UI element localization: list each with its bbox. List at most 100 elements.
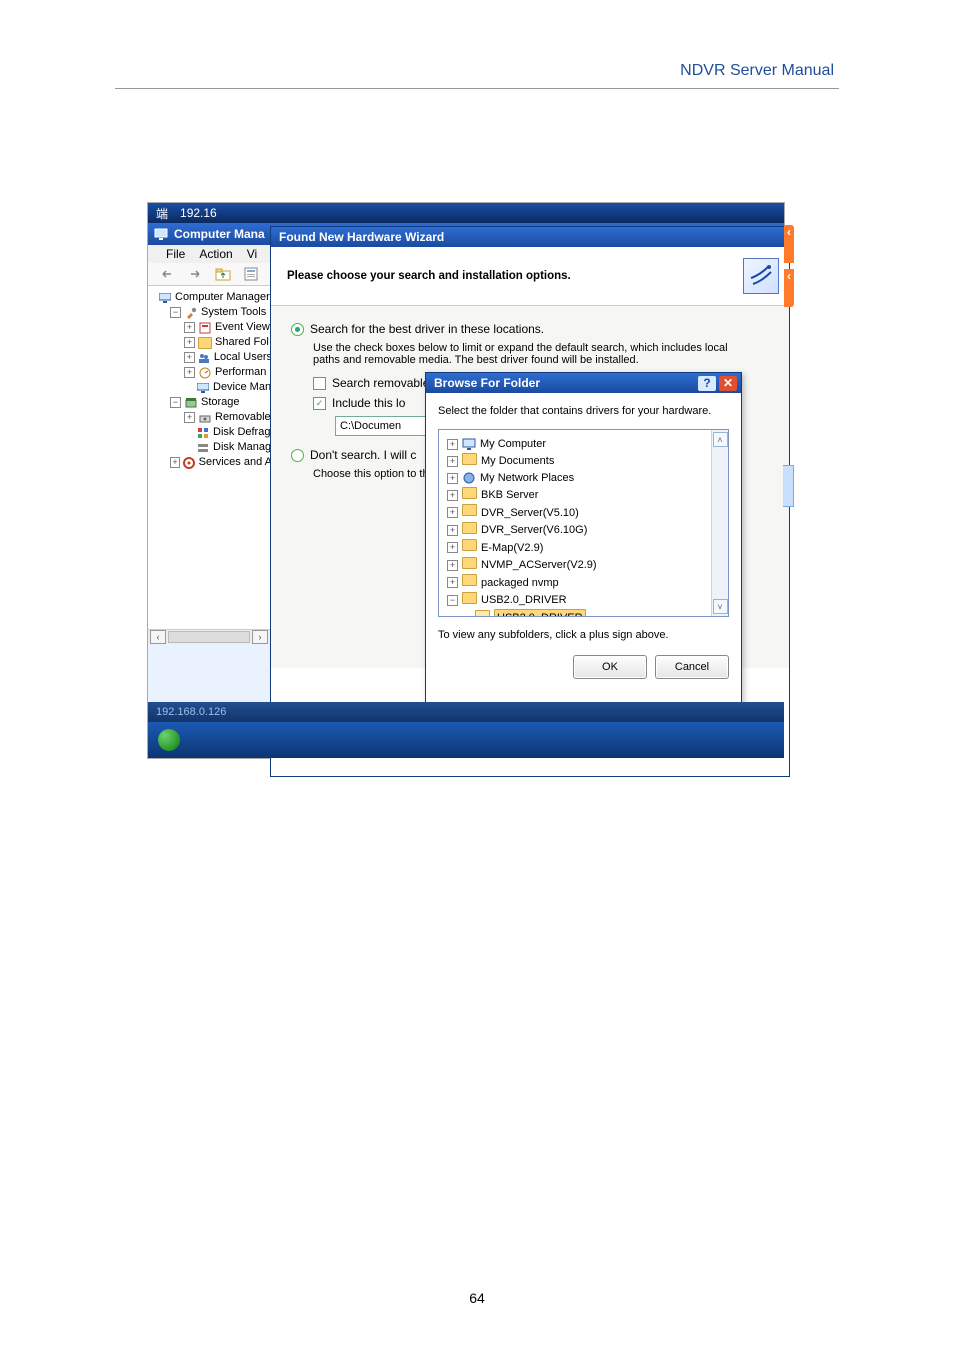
monitor-icon: [154, 228, 168, 240]
browse-tree[interactable]: +My Computer +My Documents +My Network P…: [438, 429, 729, 617]
properties-icon[interactable]: [242, 266, 260, 282]
network-icon: [462, 472, 476, 484]
radio-icon[interactable]: [291, 449, 304, 462]
tree-label: Disk Defrag: [213, 425, 270, 440]
cancel-button[interactable]: Cancel: [655, 655, 729, 679]
node-usb-driver[interactable]: −USB2.0_DRIVER: [443, 592, 724, 610]
expand-icon[interactable]: +: [184, 352, 195, 363]
tree-shared-folders[interactable]: + Shared Fol: [150, 335, 272, 350]
tree-device-manager[interactable]: Device Man: [150, 380, 272, 395]
collapse-icon[interactable]: −: [170, 307, 181, 318]
expand-icon[interactable]: +: [447, 560, 458, 571]
expand-icon[interactable]: +: [184, 337, 195, 348]
tree-disk-defrag[interactable]: Disk Defrag: [150, 425, 272, 440]
folder-icon: [198, 337, 212, 349]
scroll-up-icon[interactable]: ˄: [713, 432, 728, 447]
browse-titlebar: Browse For Folder ? ✕: [426, 373, 741, 393]
collapse-icon[interactable]: −: [447, 595, 458, 606]
ok-button[interactable]: OK: [573, 655, 647, 679]
doc-header-rule: [115, 88, 839, 89]
content-pane: Found New Hardware Wizard Please choose …: [270, 286, 784, 644]
node-dvr-v6[interactable]: +DVR_Server(V6.10G): [443, 522, 724, 540]
services-icon: [183, 457, 196, 469]
back-icon[interactable]: [158, 266, 176, 282]
tree-label: Performan: [215, 365, 266, 380]
removable-icon: [198, 412, 212, 424]
my-computer-icon: [462, 438, 476, 450]
expand-icon[interactable]: +: [447, 542, 458, 553]
expand-icon[interactable]: +: [447, 507, 458, 518]
app-glyph-icon: 端: [156, 205, 168, 222]
tree-label: Shared Fol: [215, 335, 269, 350]
window-title: Computer Mana: [174, 227, 265, 241]
node-bkb-server[interactable]: + BKB Server: [443, 487, 724, 505]
menu-action[interactable]: Action: [199, 247, 232, 261]
expand-icon[interactable]: +: [447, 473, 458, 484]
defrag-icon: [196, 427, 210, 439]
node-usb-driver-child[interactable]: USB2.0_DRIVER: [443, 609, 724, 617]
scroll-track[interactable]: [168, 631, 250, 643]
expand-icon[interactable]: +: [184, 322, 195, 333]
start-bar[interactable]: [148, 722, 784, 758]
node-packaged-nvmp[interactable]: + packaged nvmp: [443, 574, 724, 592]
tools-icon: [184, 307, 198, 319]
node-my-documents[interactable]: +My Documents: [443, 453, 724, 471]
tree-local-users[interactable]: +Local Users: [150, 350, 272, 365]
doc-header-link: NDVR Server Manual: [680, 62, 834, 80]
scroll-down-icon[interactable]: ˅: [713, 599, 728, 614]
page-number: 64: [0, 1290, 954, 1306]
tree-performance[interactable]: + Performan: [150, 365, 272, 380]
side-tab-handle[interactable]: ‹ ‹: [784, 225, 794, 307]
node-my-computer[interactable]: +My Computer: [443, 436, 724, 453]
folder-icon: [462, 592, 477, 610]
scroll-right-icon[interactable]: ›: [252, 630, 268, 644]
menu-file[interactable]: File: [166, 247, 185, 261]
tree-disk-manager[interactable]: Disk Manag: [150, 440, 272, 455]
up-folder-icon[interactable]: [214, 266, 232, 282]
perf-icon: [198, 367, 212, 379]
node-emap[interactable]: +E-Map(V2.9): [443, 539, 724, 557]
tree-hscrollbar[interactable]: ‹ ›: [148, 629, 270, 644]
folder-open-icon: [475, 610, 490, 618]
radio-search-locations[interactable]: Search for the best driver in these loca…: [291, 322, 769, 336]
path-input[interactable]: C:\Documen: [335, 416, 433, 436]
tree-computer-manager[interactable]: Computer Manager: [150, 290, 272, 305]
expand-icon[interactable]: +: [447, 577, 458, 588]
expand-icon[interactable]: +: [184, 367, 195, 378]
start-orb-icon[interactable]: [158, 729, 180, 751]
node-label: BKB Server: [481, 487, 538, 504]
scroll-left-icon[interactable]: ‹: [150, 630, 166, 644]
expand-icon[interactable]: +: [447, 456, 458, 467]
expand-icon[interactable]: +: [184, 412, 195, 423]
node-my-network[interactable]: +My Network Places: [443, 470, 724, 487]
status-ip: 192.168.0.126: [156, 706, 226, 718]
expand-icon[interactable]: +: [447, 525, 458, 536]
taskbar-ip: 192.16: [180, 206, 217, 220]
node-label: packaged nvmp: [481, 575, 559, 592]
collapse-icon[interactable]: −: [170, 397, 181, 408]
expand-icon[interactable]: +: [447, 490, 458, 501]
folder-icon: [462, 487, 477, 505]
wizard-side-tab[interactable]: [783, 465, 794, 507]
wizard-header-text: Please choose your search and installati…: [287, 270, 571, 282]
forward-icon[interactable]: [186, 266, 204, 282]
tree-system-tools[interactable]: −System Tools: [150, 305, 272, 320]
node-dvr-v5[interactable]: +DVR_Server(V5.10): [443, 504, 724, 522]
checkbox-icon[interactable]: [313, 377, 326, 390]
help-button[interactable]: ?: [698, 376, 716, 391]
nav-tree[interactable]: Computer Manager −System Tools +Event Vi…: [148, 286, 275, 629]
tree-services[interactable]: +Services and A: [150, 455, 272, 470]
node-nvmp[interactable]: + NVMP_ACServer(V2.9): [443, 557, 724, 575]
tree-event-view[interactable]: +Event View: [150, 320, 272, 335]
checkbox-icon[interactable]: ✓: [313, 397, 326, 410]
tree-storage[interactable]: −Storage: [150, 395, 272, 410]
browse-for-folder-dialog: Browse For Folder ? ✕ Select the folder …: [425, 372, 742, 736]
expand-icon[interactable]: +: [170, 457, 180, 468]
tree-removable[interactable]: +Removable: [150, 410, 272, 425]
menu-view[interactable]: Vi: [247, 247, 257, 261]
radio-icon[interactable]: [291, 323, 304, 336]
close-button[interactable]: ✕: [719, 376, 737, 391]
node-label: NVMP_ACServer(V2.9): [481, 557, 597, 574]
expand-icon[interactable]: +: [447, 439, 458, 450]
browse-vscrollbar[interactable]: ˄ ˅: [711, 430, 728, 616]
